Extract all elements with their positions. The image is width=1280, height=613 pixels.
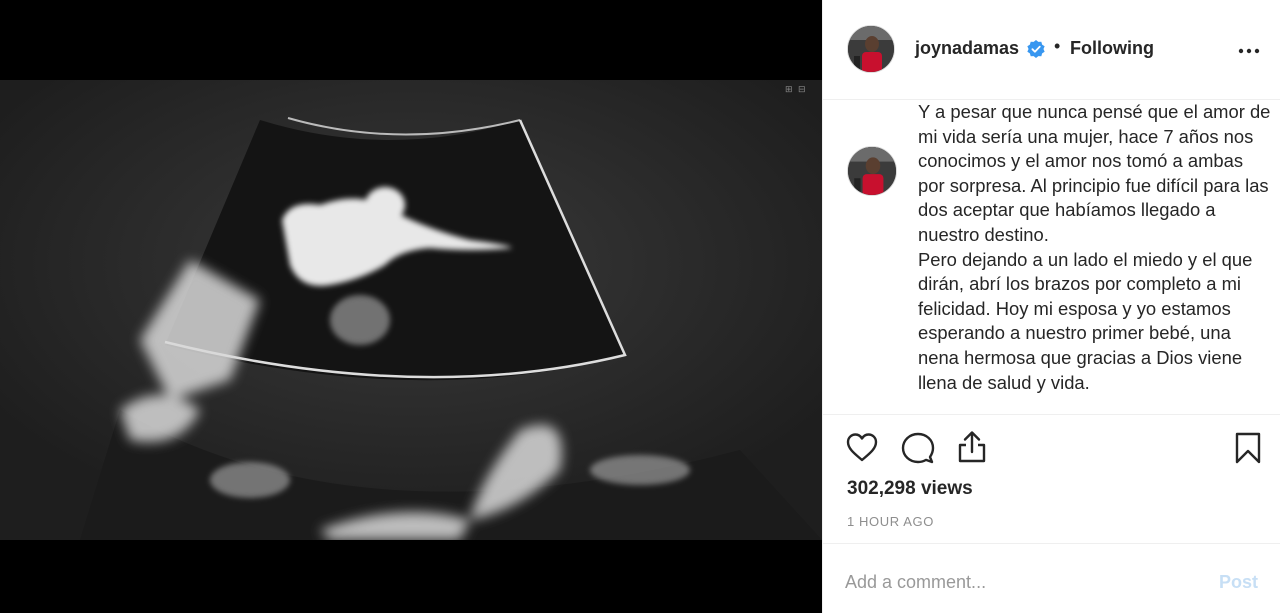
share-icon[interactable]: [955, 430, 989, 464]
heart-icon[interactable]: [845, 431, 879, 465]
post-comment-button[interactable]: Post: [1219, 572, 1258, 593]
svg-text:⊞ ⊟: ⊞ ⊟: [785, 85, 805, 95]
separator-dot: •: [1054, 36, 1061, 56]
view-count[interactable]: 302,298 views: [847, 478, 973, 500]
verified-badge-icon: [1027, 40, 1045, 58]
comment-icon[interactable]: [901, 431, 935, 465]
caption-area[interactable]: Y a pesar que nunca pensé que el amor de…: [823, 100, 1280, 414]
bookmark-icon[interactable]: [1231, 431, 1265, 465]
more-options-icon[interactable]: [1237, 42, 1261, 60]
username[interactable]: joynadamas: [915, 38, 1019, 59]
ultrasound-video[interactable]: ⊞ ⊟: [0, 80, 822, 540]
caption-text: Y a pesar que nunca pensé que el amor de…: [918, 101, 1271, 393]
following-button[interactable]: Following: [1070, 38, 1154, 59]
post-timestamp[interactable]: 1 HOUR AGO: [847, 514, 934, 529]
avatar[interactable]: [847, 25, 895, 73]
caption-avatar[interactable]: [847, 146, 897, 196]
action-bar: 302,298 views 1 HOUR AGO: [823, 414, 1280, 543]
comment-box: Post: [823, 543, 1280, 613]
post-header: joynadamas • Following: [823, 0, 1280, 100]
post-panel: joynadamas • Following Y a pesar que nun…: [822, 0, 1280, 613]
post-media[interactable]: ⊞ ⊟: [0, 0, 822, 613]
comment-input[interactable]: [845, 568, 1205, 596]
